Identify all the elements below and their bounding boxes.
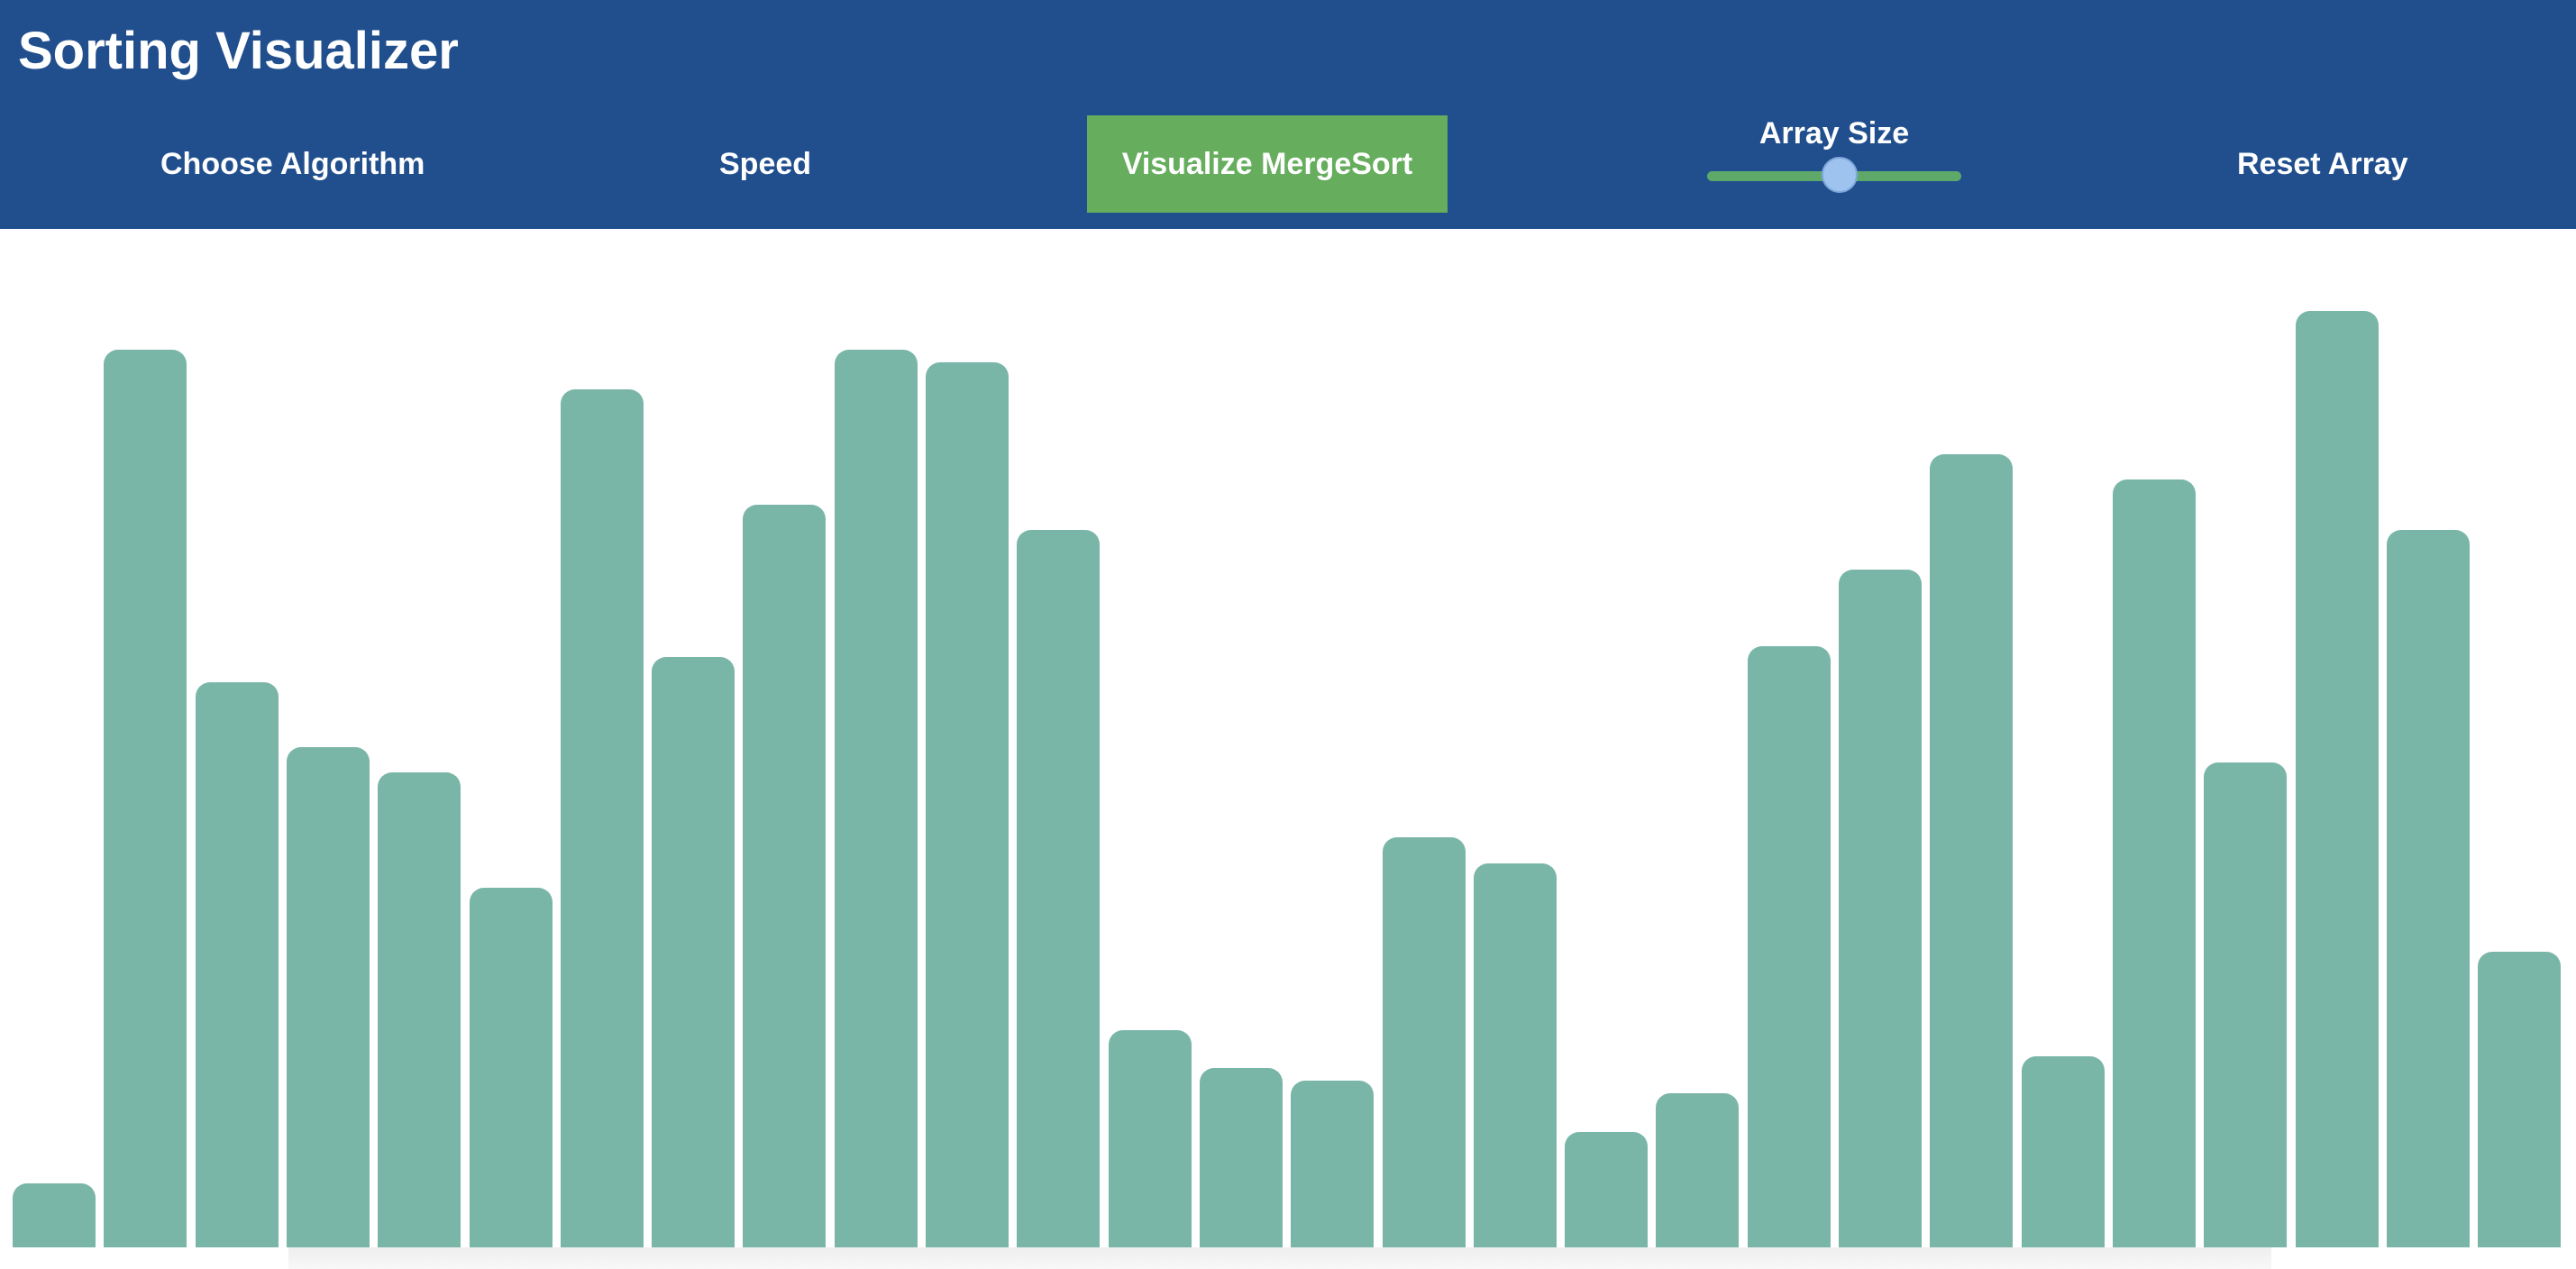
array-bar <box>470 888 553 1247</box>
array-bar <box>2296 311 2379 1247</box>
choose-algorithm-dropdown[interactable]: Choose Algorithm <box>160 146 425 182</box>
visualize-button[interactable]: Visualize MergeSort <box>1087 115 1448 213</box>
array-bar <box>2478 952 2561 1247</box>
array-size-slider[interactable] <box>1707 157 1961 193</box>
reset-array-button[interactable]: Reset Array <box>2237 146 2408 182</box>
array-bar <box>1383 837 1466 1247</box>
array-bar <box>561 389 644 1247</box>
array-bar <box>287 747 370 1247</box>
array-bar <box>1565 1132 1648 1247</box>
array-bar <box>1656 1093 1739 1247</box>
array-bar <box>2204 762 2287 1247</box>
speed-dropdown[interactable]: Speed <box>719 146 811 182</box>
array-bar <box>2387 530 2470 1247</box>
floor-shadow <box>288 1247 2271 1269</box>
array-bar <box>1200 1068 1283 1247</box>
array-bar <box>1930 454 2013 1247</box>
array-bar <box>743 505 826 1247</box>
app-title: Sorting Visualizer <box>18 22 459 80</box>
array-bar <box>1839 570 1922 1247</box>
array-bar <box>104 350 187 1247</box>
array-bar <box>1109 1030 1192 1247</box>
array-size-slider-thumb[interactable] <box>1821 157 1858 193</box>
array-bar <box>835 350 918 1247</box>
array-bar <box>652 657 735 1247</box>
array-bar <box>1291 1081 1374 1247</box>
array-bar <box>2022 1056 2105 1247</box>
array-bar <box>13 1183 96 1247</box>
array-size-control: Array Size <box>1704 115 1965 196</box>
array-size-label: Array Size <box>1758 116 1910 151</box>
navbar: Sorting Visualizer Choose Algorithm Spee… <box>0 0 2576 229</box>
array-bars-container <box>13 229 2563 1247</box>
array-bar <box>2113 479 2196 1247</box>
array-bar <box>378 772 461 1247</box>
array-bar <box>926 362 1009 1247</box>
array-bar <box>1017 530 1100 1247</box>
array-bar <box>196 682 279 1247</box>
array-bar <box>1474 863 1557 1247</box>
array-bar <box>1748 646 1831 1247</box>
